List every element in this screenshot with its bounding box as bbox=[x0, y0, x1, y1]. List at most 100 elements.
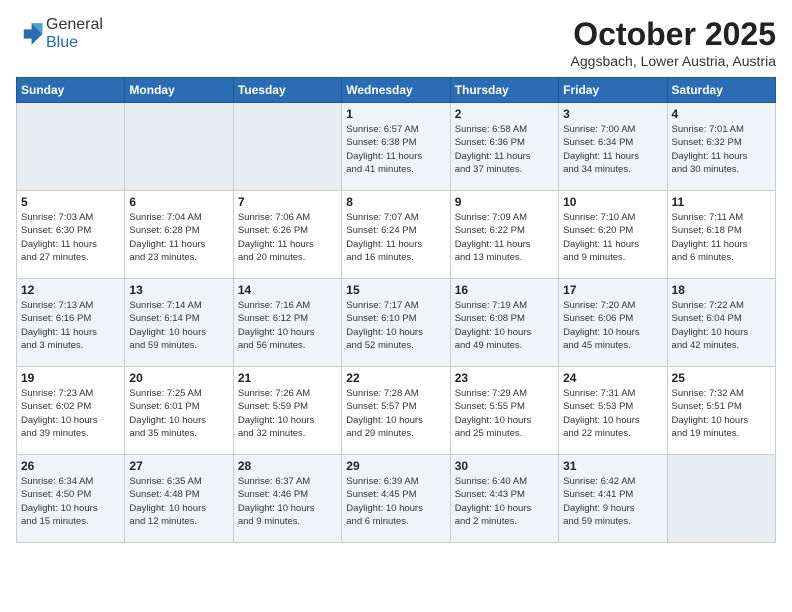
cell-content: Sunrise: 7:28 AM Sunset: 5:57 PM Dayligh… bbox=[346, 387, 445, 440]
cell-content: Sunrise: 7:06 AM Sunset: 6:26 PM Dayligh… bbox=[238, 211, 337, 264]
cell-content: Sunrise: 7:11 AM Sunset: 6:18 PM Dayligh… bbox=[672, 211, 771, 264]
cell-content: Sunrise: 7:22 AM Sunset: 6:04 PM Dayligh… bbox=[672, 299, 771, 352]
cell-content: Sunrise: 7:16 AM Sunset: 6:12 PM Dayligh… bbox=[238, 299, 337, 352]
location: Aggsbach, Lower Austria, Austria bbox=[571, 53, 776, 69]
cell-content: Sunrise: 7:32 AM Sunset: 5:51 PM Dayligh… bbox=[672, 387, 771, 440]
day-number: 28 bbox=[238, 459, 337, 473]
cell-content: Sunrise: 6:34 AM Sunset: 4:50 PM Dayligh… bbox=[21, 475, 120, 528]
day-number: 23 bbox=[455, 371, 554, 385]
title-block: October 2025 Aggsbach, Lower Austria, Au… bbox=[571, 16, 776, 69]
calendar-cell bbox=[17, 103, 125, 191]
calendar-cell: 10 Sunrise: 7:10 AM Sunset: 6:20 PM Dayli… bbox=[559, 191, 667, 279]
weekday-header-wednesday: Wednesday bbox=[342, 78, 450, 103]
day-number: 21 bbox=[238, 371, 337, 385]
calendar-cell: 20 Sunrise: 7:25 AM Sunset: 6:01 PM Dayli… bbox=[125, 367, 233, 455]
calendar-cell: 8Sunrise: 7:07 AM Sunset: 6:24 PM Daylig… bbox=[342, 191, 450, 279]
calendar-cell: 16 Sunrise: 7:19 AM Sunset: 6:08 PM Dayli… bbox=[450, 279, 558, 367]
day-number: 30 bbox=[455, 459, 554, 473]
cell-content: Sunrise: 7:20 AM Sunset: 6:06 PM Dayligh… bbox=[563, 299, 662, 352]
weekday-header-monday: Monday bbox=[125, 78, 233, 103]
calendar-cell: 26 Sunrise: 6:34 AM Sunset: 4:50 PM Dayli… bbox=[17, 455, 125, 543]
cell-content: Sunrise: 7:10 AM Sunset: 6:20 PM Dayligh… bbox=[563, 211, 662, 264]
calendar-cell: 31Sunrise: 6:42 AM Sunset: 4:41 PM Dayli… bbox=[559, 455, 667, 543]
day-number: 14 bbox=[238, 283, 337, 297]
calendar-cell: 19Sunrise: 7:23 AM Sunset: 6:02 PM Dayli… bbox=[17, 367, 125, 455]
day-number: 25 bbox=[672, 371, 771, 385]
calendar-cell: 28 Sunrise: 6:37 AM Sunset: 4:46 PM Dayli… bbox=[233, 455, 341, 543]
day-number: 24 bbox=[563, 371, 662, 385]
day-number: 31 bbox=[563, 459, 662, 473]
cell-content: Sunrise: 7:14 AM Sunset: 6:14 PM Dayligh… bbox=[129, 299, 228, 352]
cell-content: Sunrise: 7:26 AM Sunset: 5:59 PM Dayligh… bbox=[238, 387, 337, 440]
calendar-cell: 23 Sunrise: 7:29 AM Sunset: 5:55 PM Dayli… bbox=[450, 367, 558, 455]
cell-content: Sunrise: 6:35 AM Sunset: 4:48 PM Dayligh… bbox=[129, 475, 228, 528]
calendar-week-5: 26 Sunrise: 6:34 AM Sunset: 4:50 PM Dayli… bbox=[17, 455, 776, 543]
weekday-header-saturday: Saturday bbox=[667, 78, 775, 103]
cell-content: Sunrise: 7:00 AM Sunset: 6:34 PM Dayligh… bbox=[563, 123, 662, 176]
calendar-cell: 25 Sunrise: 7:32 AM Sunset: 5:51 PM Dayli… bbox=[667, 367, 775, 455]
day-number: 1 bbox=[346, 107, 445, 121]
cell-content: Sunrise: 7:09 AM Sunset: 6:22 PM Dayligh… bbox=[455, 211, 554, 264]
day-number: 27 bbox=[129, 459, 228, 473]
month-title: October 2025 bbox=[571, 16, 776, 53]
cell-content: Sunrise: 6:40 AM Sunset: 4:43 PM Dayligh… bbox=[455, 475, 554, 528]
day-number: 13 bbox=[129, 283, 228, 297]
day-number: 26 bbox=[21, 459, 120, 473]
day-number: 11 bbox=[672, 195, 771, 209]
cell-content: Sunrise: 7:01 AM Sunset: 6:32 PM Dayligh… bbox=[672, 123, 771, 176]
logo-text: General Blue bbox=[46, 16, 103, 52]
calendar-week-3: 12 Sunrise: 7:13 AM Sunset: 6:16 PM Dayli… bbox=[17, 279, 776, 367]
calendar-cell bbox=[667, 455, 775, 543]
calendar-cell: 14 Sunrise: 7:16 AM Sunset: 6:12 PM Dayli… bbox=[233, 279, 341, 367]
cell-content: Sunrise: 7:13 AM Sunset: 6:16 PM Dayligh… bbox=[21, 299, 120, 352]
day-number: 4 bbox=[672, 107, 771, 121]
weekday-header-tuesday: Tuesday bbox=[233, 78, 341, 103]
weekday-header-sunday: Sunday bbox=[17, 78, 125, 103]
day-number: 9 bbox=[455, 195, 554, 209]
day-number: 16 bbox=[455, 283, 554, 297]
calendar-cell: 30 Sunrise: 6:40 AM Sunset: 4:43 PM Dayli… bbox=[450, 455, 558, 543]
cell-content: Sunrise: 7:17 AM Sunset: 6:10 PM Dayligh… bbox=[346, 299, 445, 352]
calendar-cell: 2Sunrise: 6:58 AM Sunset: 6:36 PM Daylig… bbox=[450, 103, 558, 191]
logo-blue: Blue bbox=[46, 34, 78, 51]
day-number: 22 bbox=[346, 371, 445, 385]
weekday-header-row: SundayMondayTuesdayWednesdayThursdayFrid… bbox=[17, 78, 776, 103]
day-number: 20 bbox=[129, 371, 228, 385]
day-number: 15 bbox=[346, 283, 445, 297]
calendar-cell: 29Sunrise: 6:39 AM Sunset: 4:45 PM Dayli… bbox=[342, 455, 450, 543]
calendar-cell: 13 Sunrise: 7:14 AM Sunset: 6:14 PM Dayli… bbox=[125, 279, 233, 367]
day-number: 18 bbox=[672, 283, 771, 297]
day-number: 8 bbox=[346, 195, 445, 209]
weekday-header-thursday: Thursday bbox=[450, 78, 558, 103]
calendar-cell bbox=[233, 103, 341, 191]
day-number: 3 bbox=[563, 107, 662, 121]
calendar-cell: 11 Sunrise: 7:11 AM Sunset: 6:18 PM Dayli… bbox=[667, 191, 775, 279]
calendar-cell: 22 Sunrise: 7:28 AM Sunset: 5:57 PM Dayli… bbox=[342, 367, 450, 455]
calendar-cell: 15 Sunrise: 7:17 AM Sunset: 6:10 PM Dayli… bbox=[342, 279, 450, 367]
calendar-cell: 7Sunrise: 7:06 AM Sunset: 6:26 PM Daylig… bbox=[233, 191, 341, 279]
calendar-cell: 5Sunrise: 7:03 AM Sunset: 6:30 PM Daylig… bbox=[17, 191, 125, 279]
calendar-cell: 18 Sunrise: 7:22 AM Sunset: 6:04 PM Dayli… bbox=[667, 279, 775, 367]
cell-content: Sunrise: 7:31 AM Sunset: 5:53 PM Dayligh… bbox=[563, 387, 662, 440]
calendar-cell bbox=[125, 103, 233, 191]
calendar-cell: 27 Sunrise: 6:35 AM Sunset: 4:48 PM Dayli… bbox=[125, 455, 233, 543]
calendar-cell: 24 Sunrise: 7:31 AM Sunset: 5:53 PM Dayli… bbox=[559, 367, 667, 455]
cell-content: Sunrise: 6:37 AM Sunset: 4:46 PM Dayligh… bbox=[238, 475, 337, 528]
calendar-cell: 12 Sunrise: 7:13 AM Sunset: 6:16 PM Dayli… bbox=[17, 279, 125, 367]
cell-content: Sunrise: 7:19 AM Sunset: 6:08 PM Dayligh… bbox=[455, 299, 554, 352]
day-number: 17 bbox=[563, 283, 662, 297]
logo: General Blue bbox=[16, 16, 103, 52]
calendar-week-1: 1Sunrise: 6:57 AM Sunset: 6:38 PM Daylig… bbox=[17, 103, 776, 191]
page-header: General Blue October 2025 Aggsbach, Lowe… bbox=[16, 16, 776, 69]
day-number: 19 bbox=[21, 371, 120, 385]
day-number: 29 bbox=[346, 459, 445, 473]
day-number: 10 bbox=[563, 195, 662, 209]
day-number: 12 bbox=[21, 283, 120, 297]
cell-content: Sunrise: 7:25 AM Sunset: 6:01 PM Dayligh… bbox=[129, 387, 228, 440]
logo-icon bbox=[16, 20, 44, 48]
calendar-cell: 9 Sunrise: 7:09 AM Sunset: 6:22 PM Daylig… bbox=[450, 191, 558, 279]
calendar-cell: 21 Sunrise: 7:26 AM Sunset: 5:59 PM Dayli… bbox=[233, 367, 341, 455]
cell-content: Sunrise: 7:29 AM Sunset: 5:55 PM Dayligh… bbox=[455, 387, 554, 440]
calendar-week-4: 19Sunrise: 7:23 AM Sunset: 6:02 PM Dayli… bbox=[17, 367, 776, 455]
calendar-week-2: 5Sunrise: 7:03 AM Sunset: 6:30 PM Daylig… bbox=[17, 191, 776, 279]
